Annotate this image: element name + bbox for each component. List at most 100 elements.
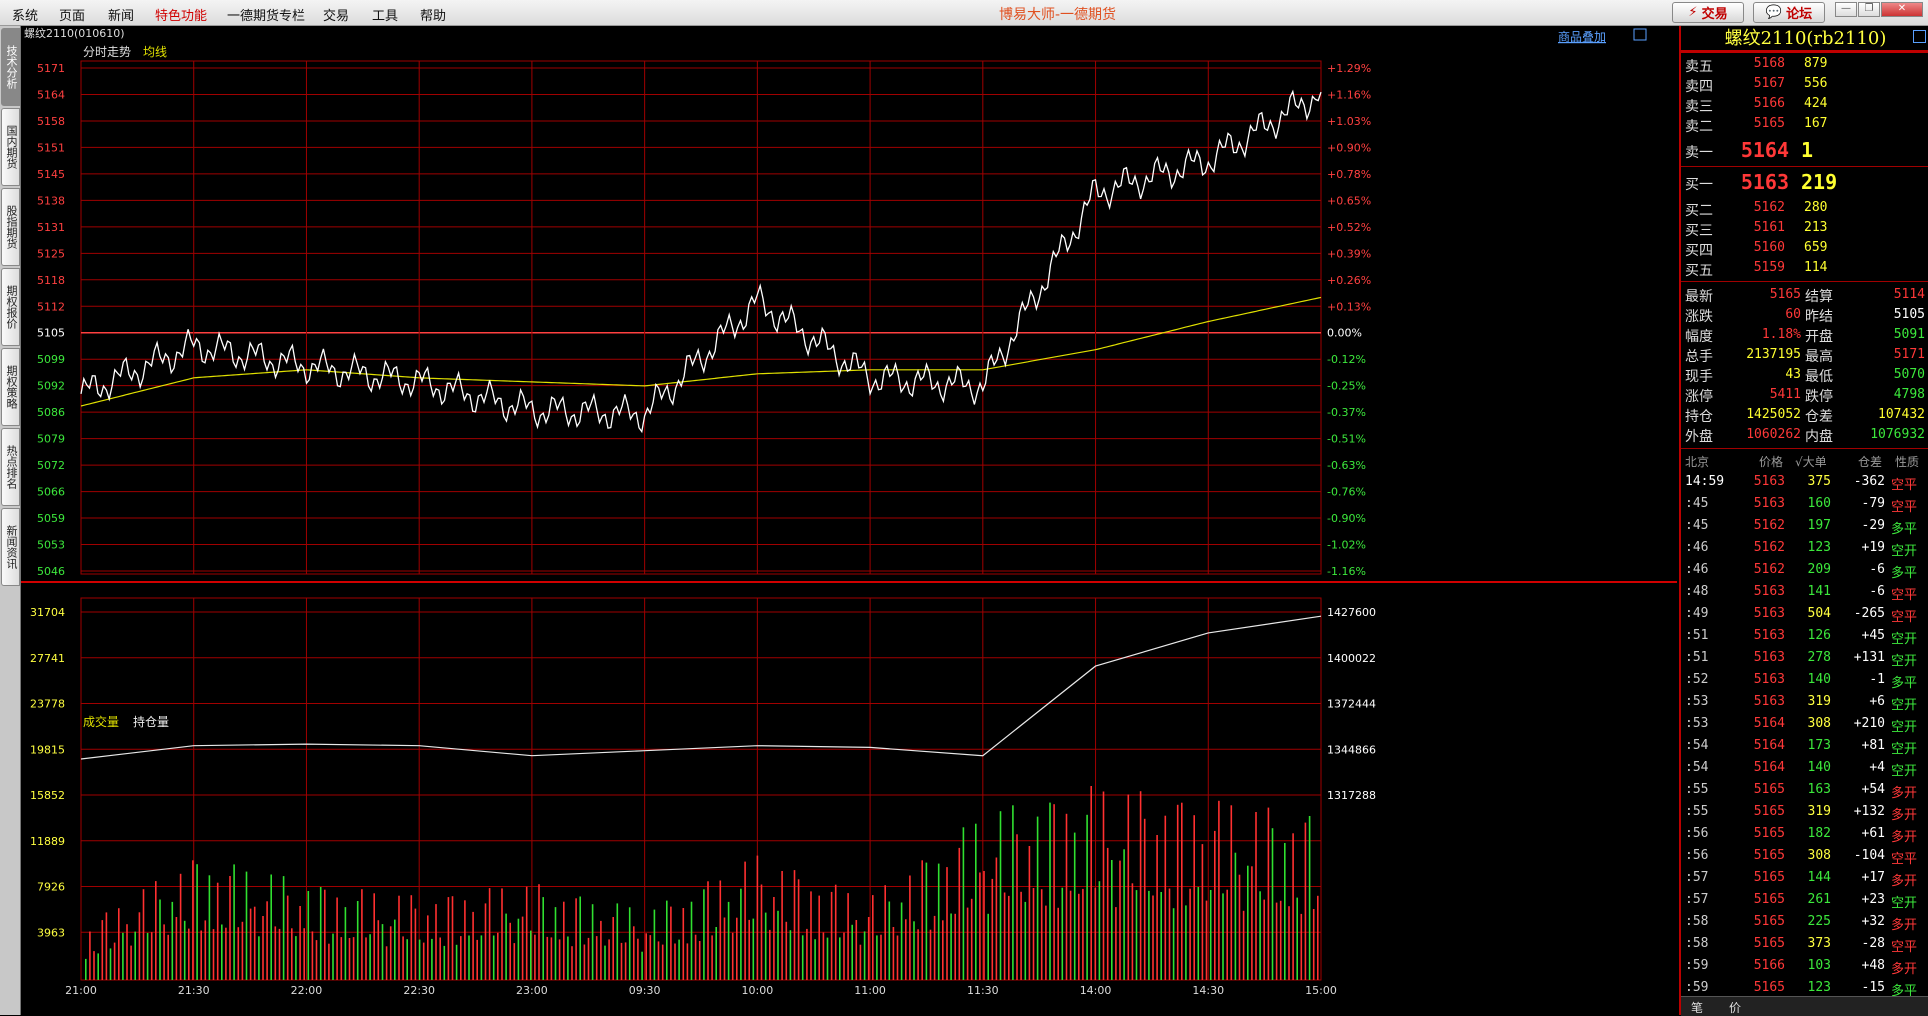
tab-index-futures[interactable]: 股指期货 — [1, 188, 20, 266]
tick-p: 5164 — [1753, 760, 1785, 775]
tick-p: 5165 — [1753, 782, 1785, 797]
tick-n: 空平 — [1891, 852, 1918, 867]
tab-technical-analysis[interactable]: 技术分析 — [1, 28, 20, 106]
tab-domestic-futures[interactable]: 国内期货 — [1, 108, 20, 186]
volume-bar — [554, 907, 557, 980]
volume-bar — [443, 945, 446, 980]
volume-bar — [435, 904, 437, 980]
restore-icon[interactable]: ❐ — [1858, 2, 1880, 17]
volume-bar — [1032, 888, 1035, 980]
panel-window-icon[interactable] — [1913, 30, 1926, 43]
volume-bar — [884, 885, 886, 980]
volume-bar — [727, 901, 730, 980]
tick-row: :58 5165 225 +32 多开 — [1685, 912, 1925, 934]
tick-p: 5165 — [1753, 826, 1785, 841]
volume-bar — [1148, 890, 1150, 980]
volume-bar — [97, 953, 99, 980]
trade-button[interactable]: ⚡ 交易 — [1672, 2, 1744, 23]
menu-features[interactable]: 特色功能 — [155, 5, 207, 24]
overlay-link[interactable]: 商品叠加 — [1558, 29, 1606, 44]
tab-options-quote[interactable]: 期权报价 — [1, 268, 20, 346]
tab-news[interactable]: 新闻资讯 — [1, 508, 20, 586]
volume-bar — [810, 891, 812, 980]
tick-p: 5163 — [1753, 694, 1785, 709]
menu-tools[interactable]: 工具 — [372, 5, 398, 24]
volume-bar — [1086, 814, 1088, 980]
volume-tick-label: 31704 — [30, 606, 65, 619]
menu-help[interactable]: 帮助 — [420, 5, 446, 24]
volume-bar — [942, 920, 944, 980]
volume-bar — [509, 922, 511, 980]
volume-bar — [183, 920, 186, 980]
chart-window-icon[interactable] — [1633, 28, 1647, 41]
tab-trades[interactable]: 笔 — [1691, 999, 1703, 1016]
tab-options-strategy[interactable]: 期权策略 — [1, 348, 20, 426]
tick-t: :58 — [1685, 914, 1709, 929]
tick-t: :57 — [1685, 870, 1709, 885]
volume-bar — [328, 943, 330, 980]
volume-bar — [1308, 816, 1311, 980]
tab-prices[interactable]: 价 — [1729, 999, 1741, 1016]
tick-d: -29 — [1861, 518, 1885, 533]
tick-p: 5163 — [1753, 584, 1785, 599]
volume-bar — [546, 936, 549, 980]
volume-bar — [1057, 907, 1059, 980]
price-tick-label: 5059 — [37, 512, 65, 525]
intraday-chart-panel[interactable]: 5171 +1.29% 5164 +1.16% 5158 +1.03% 5151 +0.90%… — [21, 26, 1677, 1015]
menu-news[interactable]: 新闻 — [108, 5, 134, 24]
tick-n: 空开 — [1891, 698, 1918, 713]
tick-v: 319 — [1807, 804, 1831, 819]
tab-hot-ranking[interactable]: 热点排名 — [1, 428, 20, 506]
volume-bar — [1176, 804, 1179, 980]
orderbook-price: 5159 — [1753, 260, 1785, 275]
menu-system[interactable]: 系统 — [12, 5, 38, 24]
volume-bar — [192, 860, 194, 980]
volume-bar — [369, 934, 371, 980]
volume-bar — [291, 928, 293, 980]
minimize-icon[interactable]: — — [1835, 2, 1857, 17]
stat-label: 持仓 — [1685, 409, 1713, 425]
volume-bar — [1288, 906, 1290, 980]
menu-page[interactable]: 页面 — [59, 5, 85, 24]
oi-tick-label: 1372444 — [1327, 698, 1376, 711]
legend-average: 均线 — [143, 45, 167, 59]
price-tick-label: 5086 — [37, 406, 65, 419]
tick-row: :49 5163 504 -265 空平 — [1685, 604, 1925, 626]
percent-tick-label: -0.37% — [1327, 406, 1366, 419]
menu-bar: 系统 页面 新闻 特色功能 一德期货专栏 交易 工具 帮助 博易大师-一德期货 … — [0, 0, 1928, 26]
stat-label: 昨结 — [1805, 309, 1833, 325]
orderbook-label: 买五 — [1685, 263, 1713, 279]
volume-bar — [85, 958, 87, 980]
percent-tick-label: +0.52% — [1327, 221, 1371, 234]
orderbook-label: 卖五 — [1685, 59, 1713, 75]
volume-bar — [286, 895, 289, 980]
app-title: 博易大师-一德期货 — [999, 7, 1117, 23]
volume-bar — [917, 929, 919, 980]
volume-tick-label: 15852 — [30, 789, 65, 802]
volume-bar — [1016, 834, 1018, 980]
volume-bar — [1102, 791, 1105, 980]
volume-bar — [142, 889, 145, 980]
stat-label: 现手 — [1685, 369, 1713, 385]
intraday-chart[interactable]: 5171 +1.29% 5164 +1.16% 5158 +1.03% 5151 +0.90%… — [21, 26, 1677, 1015]
tick-v: 225 — [1807, 914, 1831, 929]
volume-bar — [736, 917, 738, 980]
percent-tick-label: +1.03% — [1327, 115, 1371, 128]
orderbook-label: 买四 — [1685, 243, 1713, 259]
volume-bar — [793, 870, 796, 980]
tick-v: 140 — [1807, 672, 1831, 687]
legend-volume: 成交量 — [83, 714, 119, 729]
orderbook-label: 卖四 — [1685, 79, 1713, 95]
volume-bar — [1292, 833, 1294, 980]
close-icon[interactable]: ✕ — [1881, 2, 1923, 17]
orderbook-volume: 280 — [1804, 200, 1828, 215]
volume-bar — [1300, 913, 1303, 980]
tick-row: :52 5163 140 -1 多平 — [1685, 670, 1925, 692]
volume-bar — [303, 928, 305, 980]
menu-yide-column[interactable]: 一德期货专栏 — [227, 5, 305, 24]
menu-trade[interactable]: 交易 — [323, 5, 349, 24]
forum-button[interactable]: 💬 论坛 — [1753, 2, 1825, 23]
tick-header-vol: √大单 — [1795, 455, 1827, 469]
volume-bar — [402, 936, 404, 980]
volume-bar — [484, 903, 487, 980]
